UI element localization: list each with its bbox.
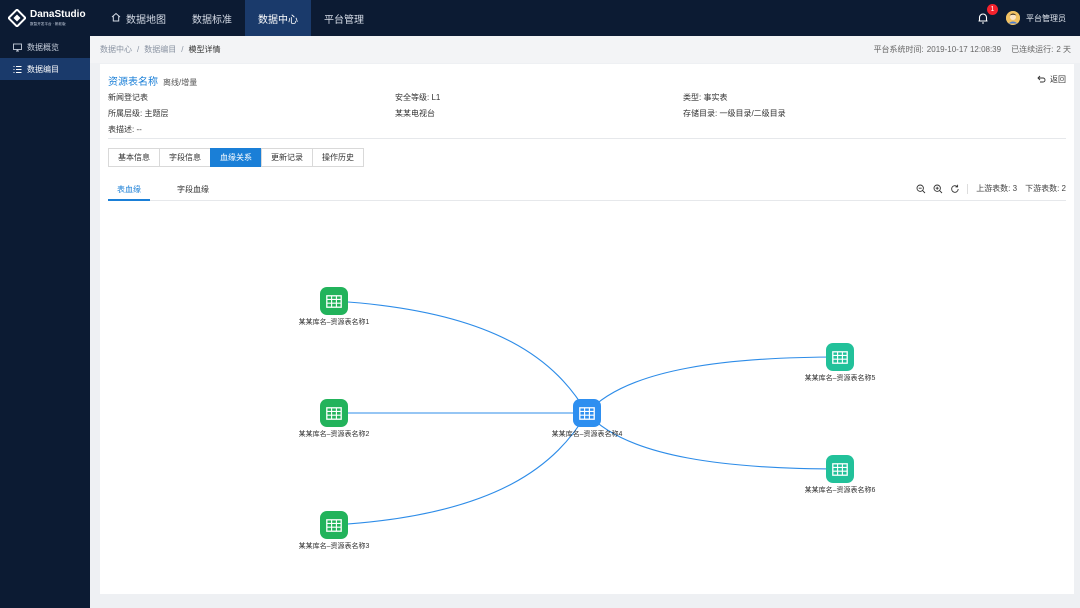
lineage-node-label: 某某库名–资源表名称2: [298, 431, 370, 438]
list-icon: [13, 65, 22, 73]
tab-label: 基本信息: [118, 153, 150, 162]
breadcrumb-separator: /: [137, 45, 140, 54]
app-logo[interactable]: DanaStudio 数智开发平台 · 帆软版: [0, 0, 90, 36]
zoom-out-icon[interactable]: [914, 182, 927, 195]
tab-label: 操作历史: [322, 153, 354, 162]
nav-label: 平台管理: [324, 14, 364, 26]
lineage-node-label: 某某库名–资源表名称5: [804, 375, 876, 382]
uptime-value: 2 天: [1056, 45, 1071, 54]
logo-subtitle: 数智开发平台 · 帆软版: [30, 21, 66, 26]
graph-toolbar: 上游表数: 3 下游表数: 2: [910, 182, 1066, 195]
lineage-node-1[interactable]: [320, 287, 348, 315]
lineage-node-label: 某某库名–资源表名称3: [298, 543, 370, 550]
field-layer: 所属层级: 主题层: [108, 109, 169, 118]
system-time-value: 2019-10-17 12:08:39: [926, 45, 1002, 54]
toolbar-separator: [967, 183, 969, 194]
nav-label: 数据标准: [192, 14, 232, 26]
upstream-count: 上游表数: 3: [976, 184, 1018, 193]
field-organization: 某某电视台: [395, 109, 435, 118]
lineage-graph: 某某库名–资源表名称1 某某库名–资源表名称2 某某库名–资源表名称3 某某库名–资源…: [100, 204, 1074, 594]
user-avatar[interactable]: [1006, 11, 1020, 25]
field-security-level: 安全等级: L1: [395, 93, 441, 102]
lineage-edge: [586, 356, 841, 414]
field-type: 类型: 事实表: [683, 93, 728, 102]
user-name[interactable]: 平台管理员: [1026, 13, 1066, 24]
tab-label: 血缘关系: [220, 153, 252, 162]
nav-item-data-standard[interactable]: 数据标准: [179, 0, 245, 36]
nav-item-platform-admin[interactable]: 平台管理: [311, 0, 377, 36]
tab-lineage[interactable]: 血缘关系: [210, 148, 262, 167]
breadcrumb-current: 模型详情: [188, 45, 221, 54]
breadcrumb: 数据中心 / 数据编目 / 模型详情: [100, 44, 220, 55]
active-subtab-indicator: [108, 199, 150, 201]
resource-subtitle: 离线/增量: [163, 78, 198, 87]
sidebar-item-data-catalog[interactable]: 数据编目: [0, 58, 90, 80]
table-icon: [579, 406, 595, 420]
nav-item-data-center[interactable]: 数据中心: [245, 0, 311, 36]
downstream-count: 下游表数: 2: [1025, 184, 1066, 193]
table-icon: [326, 294, 342, 308]
notification-badge: 1: [987, 4, 998, 15]
subtab-field-lineage[interactable]: 字段血缘: [177, 184, 209, 195]
field-description: 表描述: --: [108, 125, 142, 134]
lineage-node-label: 某某库名–资源表名称6: [804, 487, 876, 494]
sidebar-item-label: 数据编目: [27, 64, 59, 74]
uptime-label: 已连续运行:: [1011, 45, 1054, 54]
sidebar: 数据概览 数据编目: [0, 36, 90, 608]
notification-bell-icon[interactable]: 1: [976, 4, 998, 25]
refresh-icon[interactable]: [948, 182, 961, 195]
nav-label: 数据地图: [126, 14, 166, 26]
zoom-in-icon[interactable]: [931, 182, 944, 195]
sidebar-item-label: 数据概览: [27, 42, 59, 52]
lineage-node-2[interactable]: [320, 399, 348, 427]
nav-item-data-map[interactable]: 数据地图: [98, 0, 179, 36]
tab-operation-history[interactable]: 操作历史: [312, 148, 364, 167]
lineage-subtabs: 表血缘 字段血缘 上游表数: 3 下游表数: 2: [108, 180, 1066, 201]
subtab-table-lineage[interactable]: 表血缘: [117, 184, 141, 195]
lineage-node-label: 某某库名–资源表名称4: [551, 431, 623, 438]
lineage-node-5[interactable]: [826, 343, 854, 371]
lineage-edge: [333, 412, 588, 526]
lineage-edge: [586, 412, 841, 470]
lineage-edge: [333, 300, 588, 414]
main-nav: 数据地图 数据标准 数据中心 平台管理: [98, 0, 377, 36]
tab-label: 更新记录: [271, 153, 303, 162]
table-icon: [326, 406, 342, 420]
breadcrumb-item[interactable]: 数据编目: [144, 44, 176, 55]
tab-label: 字段信息: [169, 153, 201, 162]
back-arrow-icon: [1037, 75, 1046, 85]
subheader: 数据中心 / 数据编目 / 模型详情 平台系统时间: 2019-10-17 12…: [90, 36, 1080, 63]
lineage-node-4[interactable]: [573, 399, 601, 427]
field-table-name: 新闻登记表: [108, 93, 148, 102]
logo-mark-icon: [7, 8, 27, 28]
logo-name: DanaStudio: [30, 9, 86, 20]
system-time-label: 平台系统时间:: [873, 45, 924, 54]
divider: [108, 138, 1066, 139]
resource-title: 资源表名称: [108, 77, 158, 88]
breadcrumb-separator: /: [181, 45, 184, 54]
lineage-node-6[interactable]: [826, 455, 854, 483]
nav-label: 数据中心: [258, 14, 298, 26]
home-icon: [111, 12, 121, 25]
table-icon: [832, 350, 848, 364]
sidebar-item-data-overview[interactable]: 数据概览: [0, 36, 90, 58]
lineage-node-label: 某某库名–资源表名称1: [298, 319, 370, 326]
monitor-icon: [13, 43, 22, 51]
lineage-node-3[interactable]: [320, 511, 348, 539]
field-storage-directory: 存储目录: 一级目录/二级目录: [683, 109, 786, 118]
tab-update-records[interactable]: 更新记录: [261, 148, 313, 167]
table-icon: [326, 518, 342, 532]
tab-basic-info[interactable]: 基本信息: [108, 148, 160, 167]
detail-tabs: 基本信息 字段信息 血缘关系 更新记录 操作历史: [108, 148, 364, 167]
back-label: 返回: [1050, 75, 1066, 84]
top-navigation-bar: DanaStudio 数智开发平台 · 帆软版 数据地图 数据标准 数据中心 平…: [0, 0, 1080, 36]
table-icon: [832, 462, 848, 476]
back-button[interactable]: 返回: [1037, 74, 1066, 85]
breadcrumb-item[interactable]: 数据中心: [100, 44, 132, 55]
model-detail-card: 资源表名称 离线/增量 返回 新闻登记表 安全等级: L1 类型: 事实表 所属…: [100, 64, 1074, 594]
tab-field-info[interactable]: 字段信息: [159, 148, 211, 167]
system-info: 平台系统时间: 2019-10-17 12:08:39 已连续运行: 2 天: [871, 36, 1071, 63]
